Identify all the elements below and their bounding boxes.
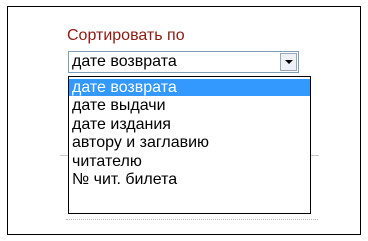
background-divider-right (311, 155, 319, 156)
sort-option-ticket-number[interactable]: № чит. билета (69, 171, 310, 188)
sort-option-reader[interactable]: читателю (69, 153, 310, 170)
sort-option-issue-date[interactable]: дате выдачи (69, 97, 310, 114)
sort-select-value: дате возврата (72, 53, 177, 70)
sort-select[interactable]: дате возврата (68, 51, 299, 73)
background-dotted-divider (66, 219, 318, 220)
sort-option-author-title[interactable]: автору и заглавию (69, 134, 310, 151)
sort-option-publication-date[interactable]: дате издания (69, 116, 310, 133)
sort-option-return-date[interactable]: дате возврата (69, 79, 310, 96)
chevron-down-icon[interactable] (280, 53, 297, 71)
sort-options-list: дате возврата дате выдачи дате издания а… (68, 76, 311, 214)
sort-by-label: Сортировать по (67, 27, 185, 44)
